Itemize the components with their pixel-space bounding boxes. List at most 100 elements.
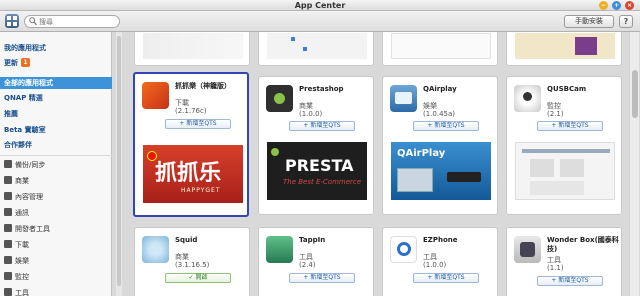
app-name: 抓抓樂（神籠版） [175, 82, 231, 90]
happyget-banner: 抓抓乐 HAPPYGET [143, 145, 243, 203]
happyget-app-icon [142, 82, 169, 109]
app-grid: 抓抓樂（神籠版） 下載 (2.1.76c) + 新增至QTS 抓抓乐 HAPPY… [123, 32, 628, 296]
sidebar-item-developer-tools[interactable]: 開發者工具 [0, 223, 112, 235]
app-card-prestashop[interactable]: Prestashop 商業 (1.0.0) + 新增至QTS PRESTA Th… [258, 76, 374, 215]
sidebar-item-my-apps[interactable]: 我的應用程式 [0, 42, 112, 54]
wonder-box-app-icon [514, 236, 541, 263]
tappin-app-icon [266, 236, 293, 263]
squid-app-icon [142, 236, 169, 263]
add-to-qts-button[interactable]: + 新增至QTS [289, 273, 355, 283]
app-version: (2.1) [547, 110, 564, 118]
app-name: Squid [175, 236, 198, 244]
banner-subtitle: The Best E-Commerce [283, 178, 362, 186]
sidebar-item-download[interactable]: 下載 [0, 239, 112, 251]
search-input[interactable] [39, 16, 117, 27]
app-name: Wonder Box(國泰科技) [547, 236, 619, 253]
qairplay-app-icon [390, 85, 417, 112]
sidebar: 我的應用程式 更新 1 全部的應用程式 QNAP 精選 推薦 Beta 實驗室 合… [0, 32, 112, 296]
app-name: QAirplay [423, 85, 457, 93]
sidebar-item-all-apps[interactable]: 全部的應用程式 [0, 77, 112, 89]
app-card-squid[interactable]: Squid 商業 (3.1.16.5) ✓ 開啟 [134, 227, 250, 296]
sidebar-item-tools[interactable]: 工具 [0, 287, 112, 296]
window-title: App Center [294, 1, 346, 10]
surveillance-icon [4, 272, 12, 280]
add-to-qts-button[interactable]: + 新增至QTS [413, 273, 479, 283]
app-name: EZPhone [423, 236, 458, 244]
sidebar-item-business[interactable]: 商業 [0, 175, 112, 187]
sidebar-item-backup-sync[interactable]: 備份/同步 [0, 159, 112, 171]
app-card-wonder-box[interactable]: Wonder Box(國泰科技) 工具 (1.1) + 新增至QTS [506, 227, 622, 296]
app-version: (1.0.0) [423, 261, 447, 269]
tools-icon [4, 288, 12, 296]
open-app-button[interactable]: ✓ 開啟 [165, 273, 231, 283]
app-banner-partial [391, 33, 491, 59]
toolbar: 手動安裝 ? [0, 11, 640, 32]
app-name: Prestashop [299, 85, 344, 93]
title-bar: App Center − + × [0, 0, 640, 11]
app-banner-partial [515, 33, 615, 59]
sidebar-item-entertainment[interactable]: 娛樂 [0, 255, 112, 267]
banner-title: 抓抓乐 [155, 160, 222, 186]
sidebar-item-content-management[interactable]: 內容管理 [0, 191, 112, 203]
content-scrollbar[interactable] [629, 32, 639, 296]
maximize-icon[interactable]: + [612, 1, 621, 10]
content-scroll-thumb[interactable] [632, 70, 638, 118]
qusbcam-banner [515, 142, 615, 200]
add-to-qts-button[interactable]: + 新增至QTS [537, 276, 603, 286]
app-version: (3.1.16.5) [175, 261, 210, 269]
communication-icon [4, 208, 12, 216]
app-card-partial[interactable] [258, 32, 374, 66]
app-card-partial[interactable] [382, 32, 498, 66]
sidebar-item-partners[interactable]: 合作夥伴 [0, 139, 112, 151]
search-box[interactable] [24, 15, 120, 28]
app-name: QUSBCam [547, 85, 587, 93]
sidebar-item-communication[interactable]: 通訊 [0, 207, 112, 219]
update-count-badge: 1 [21, 58, 30, 67]
app-version: (2.1.76c) [175, 107, 207, 115]
ezphone-app-icon [390, 236, 417, 263]
prestashop-app-icon [266, 85, 293, 112]
content-icon [4, 192, 12, 200]
app-name: TappIn [299, 236, 326, 244]
sidebar-item-updates[interactable]: 更新 1 [0, 57, 112, 69]
download-icon [4, 240, 12, 248]
minimize-icon[interactable]: − [599, 1, 608, 10]
banner-title: PRESTA [285, 156, 354, 175]
app-banner-partial [267, 33, 367, 59]
sidebar-scrollbar[interactable] [116, 32, 122, 296]
sidebar-item-surveillance[interactable]: 監控 [0, 271, 112, 283]
entertainment-icon [4, 256, 12, 264]
app-version: (1.0.45a) [423, 110, 456, 118]
app-version: (1.0.0) [299, 110, 323, 118]
app-center-menu-icon[interactable] [5, 14, 19, 28]
add-to-qts-button[interactable]: + 新增至QTS [413, 121, 479, 131]
app-card-partial[interactable] [506, 32, 622, 66]
app-card-happyget[interactable]: 抓抓樂（神籠版） 下載 (2.1.76c) + 新增至QTS 抓抓乐 HAPPY… [133, 72, 249, 217]
sidebar-scroll-thumb[interactable] [117, 36, 121, 286]
app-card-partial[interactable] [134, 32, 250, 66]
close-icon[interactable]: × [625, 1, 634, 10]
add-to-qts-button[interactable]: + 新增至QTS [537, 121, 603, 131]
sidebar-item-qnap-featured[interactable]: QNAP 精選 [0, 92, 112, 104]
app-version: (2.4) [299, 261, 316, 269]
business-icon [4, 176, 12, 184]
app-card-qusbcam[interactable]: QUSBCam 監控 (2.1) + 新增至QTS [506, 76, 622, 215]
app-card-ezphone[interactable]: EZPhone 工具 (1.0.0) + 新增至QTS [382, 227, 498, 296]
banner-title: QAirPlay [397, 148, 446, 159]
sidebar-divider [0, 155, 112, 156]
app-version: (1.1) [547, 264, 564, 272]
banner-subtitle: HAPPYGET [181, 187, 221, 194]
add-to-qts-button[interactable]: + 新增至QTS [289, 121, 355, 131]
search-icon [29, 17, 37, 26]
sidebar-item-recommended[interactable]: 推薦 [0, 108, 112, 120]
app-banner-partial [143, 33, 243, 59]
app-card-qairplay[interactable]: QAirplay 娛樂 (1.0.45a) + 新增至QTS QAirPlay [382, 76, 498, 215]
qairplay-banner: QAirPlay [391, 142, 491, 200]
sidebar-item-beta-lab[interactable]: Beta 實驗室 [0, 124, 112, 136]
developer-tools-icon [4, 224, 12, 232]
add-to-qts-button[interactable]: + 新增至QTS [165, 119, 231, 129]
manual-install-button[interactable]: 手動安裝 [564, 15, 614, 28]
app-card-tappin[interactable]: TappIn 工具 (2.4) + 新增至QTS [258, 227, 374, 296]
help-button[interactable]: ? [619, 15, 633, 28]
window-controls: − + × [599, 1, 634, 10]
